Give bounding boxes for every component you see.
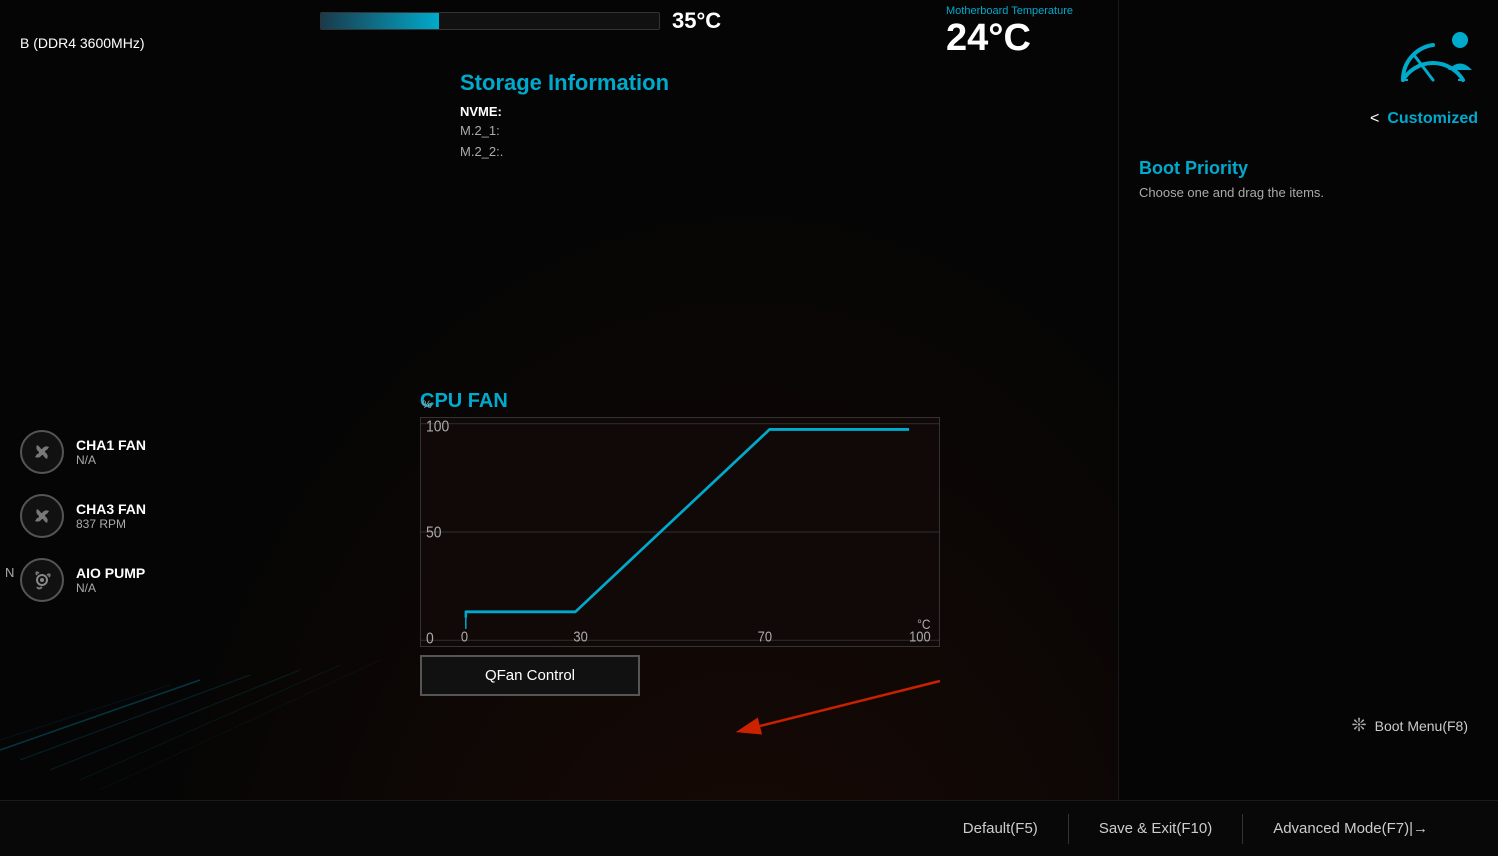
fan-info-cha3: CHA3 FAN 837 RPM <box>76 501 146 531</box>
bottom-bar: Default(F5) Save & Exit(F10) Advanced Mo… <box>0 800 1498 856</box>
fan-speed-cha1: N/A <box>76 453 146 467</box>
storage-section: Storage Information NVME: M.2_1: M.2_2:. <box>460 70 669 163</box>
fan-icon-aio <box>20 558 64 602</box>
boot-priority-section: Boot Priority Choose one and drag the it… <box>1139 158 1478 200</box>
boot-menu-label: Boot Menu(F8) <box>1375 718 1468 734</box>
svg-text:0: 0 <box>426 630 434 646</box>
svg-text:50: 50 <box>426 524 441 542</box>
fan-speed-cha3: 837 RPM <box>76 517 146 531</box>
svg-text:70: 70 <box>758 628 773 645</box>
storage-nvme-label: NVME: <box>460 104 669 119</box>
nav-chevron[interactable]: < <box>1370 110 1379 128</box>
default-button[interactable]: Default(F5) <box>933 814 1069 844</box>
customized-nav[interactable]: < Customized <box>1139 110 1478 128</box>
fan-item-aio: AIO PUMP N/A <box>20 558 240 602</box>
n-label: N <box>0 565 14 580</box>
fan-section: CHA1 FAN N/A CHA3 FAN 837 RPM <box>20 430 240 622</box>
svg-text:30: 30 <box>573 628 588 645</box>
fan-name-cha3: CHA3 FAN <box>76 501 146 517</box>
svg-text:100: 100 <box>426 418 449 436</box>
svg-text:0: 0 <box>461 628 468 645</box>
svg-text:°C: °C <box>917 616 930 632</box>
storage-m2-1: M.2_1: <box>460 121 669 142</box>
fan-name-aio: AIO PUMP <box>76 565 145 581</box>
fan-item-cha1: CHA1 FAN N/A <box>20 430 240 474</box>
left-panel: B (DDR4 3600MHz) <box>0 0 320 856</box>
boot-priority-desc: Choose one and drag the items. <box>1139 185 1478 200</box>
memory-label: B (DDR4 3600MHz) <box>20 35 300 51</box>
cpu-temp-value: 35°C <box>672 8 721 34</box>
save-exit-button[interactable]: Save & Exit(F10) <box>1069 814 1243 844</box>
storage-m2-2: M.2_2:. <box>460 142 669 163</box>
advanced-mode-button[interactable]: Advanced Mode(F7)|→ <box>1243 814 1458 844</box>
qfan-control-button[interactable]: QFan Control <box>420 655 640 696</box>
boot-menu-icon: ❊ <box>1352 715 1367 736</box>
fan-icon-cha3 <box>20 494 64 538</box>
fan-info-cha1: CHA1 FAN N/A <box>76 437 146 467</box>
mb-temp-area: Motherboard Temperature 24°C <box>931 0 1088 65</box>
cpu-fan-title: CPU FAN <box>420 390 980 413</box>
mb-temp-value: 24°C <box>946 17 1073 60</box>
gauge-icon-area <box>1139 15 1478 95</box>
right-panel: < Customized Boot Priority Choose one an… <box>1118 0 1498 856</box>
gauge-icon <box>1388 15 1478 95</box>
fan-info-aio: AIO PUMP N/A <box>76 565 145 595</box>
cpu-temp-fill <box>321 13 439 29</box>
cpu-fan-section: CPU FAN % 100 50 0 0 30 70 100 °C <box>420 390 980 696</box>
mb-temp-label: Motherboard Temperature <box>946 5 1073 17</box>
fan-item-cha3: CHA3 FAN 837 RPM <box>20 494 240 538</box>
chart-y-label: % <box>422 399 432 411</box>
fan-speed-aio: N/A <box>76 581 145 595</box>
boot-menu-right[interactable]: ❊ Boot Menu(F8) <box>1352 715 1468 736</box>
boot-priority-title: Boot Priority <box>1139 158 1478 179</box>
chart-svg: 100 50 0 0 30 70 100 °C <box>421 418 939 646</box>
chart-area: 100 50 0 0 30 70 100 °C <box>420 417 940 647</box>
chart-container: % 100 50 0 0 30 70 100 °C <box>420 417 980 647</box>
fan-name-cha1: CHA1 FAN <box>76 437 146 453</box>
cpu-temp-bar <box>320 12 660 30</box>
fan-icon-cha1 <box>20 430 64 474</box>
storage-title: Storage Information <box>460 70 669 96</box>
nav-label: Customized <box>1387 110 1478 128</box>
